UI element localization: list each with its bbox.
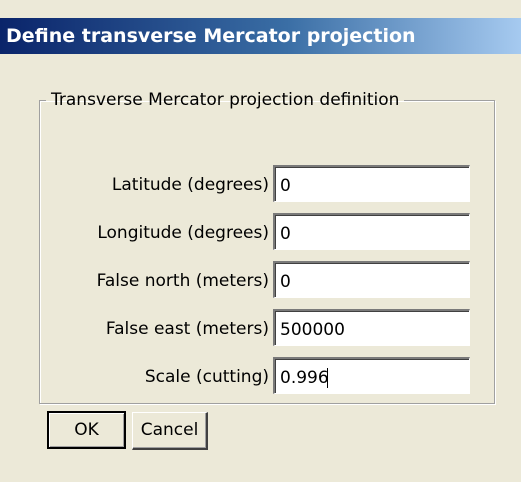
scale-label: Scale (cutting) [144, 367, 269, 387]
scale-input[interactable]: 0.996 [273, 357, 470, 394]
latitude-label: Latitude (degrees) [111, 175, 269, 195]
scale-row: Scale (cutting) 0.996 [40, 357, 496, 397]
false-north-label: False north (meters) [96, 271, 269, 291]
false-east-input[interactable]: 500000 [273, 309, 470, 346]
ok-button[interactable]: OK [47, 411, 126, 449]
projection-dialog: Define transverse Mercator projection Tr… [0, 0, 521, 482]
title-bar[interactable]: Define transverse Mercator projection [0, 18, 521, 54]
longitude-row: Longitude (degrees) 0 [40, 213, 496, 253]
projection-definition-group: Transverse Mercator projection definitio… [39, 90, 495, 404]
longitude-input[interactable]: 0 [273, 213, 470, 250]
latitude-row: Latitude (degrees) 0 [40, 165, 496, 205]
scale-value: 0.996 [280, 368, 329, 388]
text-cursor-icon [326, 368, 328, 388]
false-north-row: False north (meters) 0 [40, 261, 496, 301]
longitude-label: Longitude (degrees) [97, 223, 269, 243]
false-east-label: False east (meters) [105, 319, 269, 339]
false-east-row: False east (meters) 500000 [40, 309, 496, 349]
false-north-input[interactable]: 0 [273, 261, 470, 298]
latitude-input[interactable]: 0 [273, 165, 470, 202]
dialog-body: Transverse Mercator projection definitio… [0, 54, 521, 482]
dialog-title: Define transverse Mercator projection [6, 25, 416, 47]
group-legend: Transverse Mercator projection definitio… [51, 90, 400, 110]
cancel-button[interactable]: Cancel [132, 412, 208, 450]
